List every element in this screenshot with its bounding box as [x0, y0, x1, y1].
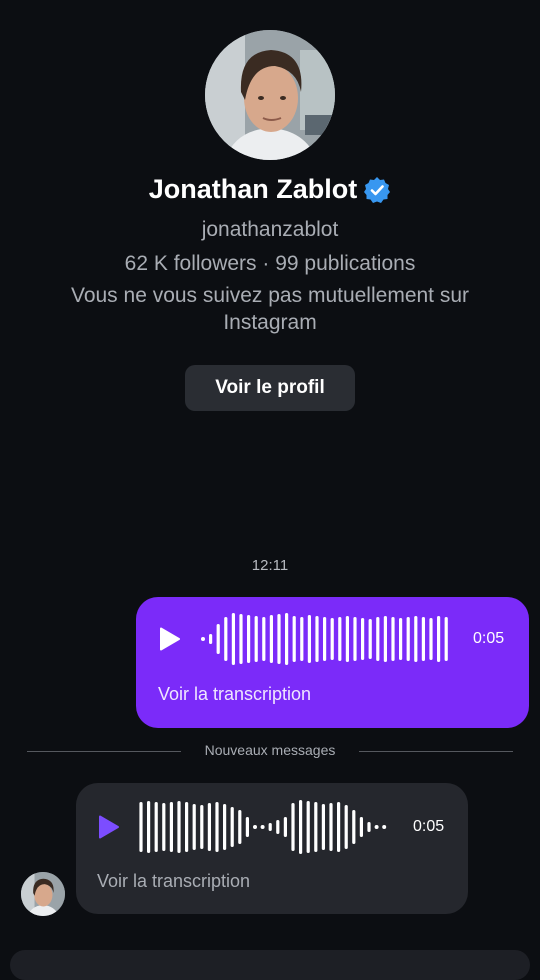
waveform-bar	[421, 617, 425, 661]
waveform-icon[interactable]	[138, 797, 398, 857]
waveform-bar	[345, 616, 349, 662]
waveform-bar	[330, 618, 334, 660]
waveform-bar	[399, 618, 403, 660]
new-messages-divider: Nouveaux messages	[27, 742, 513, 762]
waveform-bar	[292, 616, 296, 662]
waveform-dot	[374, 825, 379, 829]
waveform-bar	[299, 800, 303, 854]
mutual-follow-line-1: Vous ne vous suivez pas mutuellement sur	[70, 284, 470, 307]
waveform-bar	[329, 803, 333, 851]
waveform-bar	[344, 805, 348, 849]
profile-avatar-image	[205, 30, 335, 160]
waveform-bar	[315, 616, 319, 662]
waveform-bar	[337, 802, 341, 852]
sender-avatar[interactable]	[21, 872, 65, 916]
voice-duration: 0:05	[413, 818, 445, 835]
waveform-bar	[169, 802, 173, 852]
waveform-bar	[223, 804, 227, 850]
waveform-bar	[283, 817, 287, 837]
new-messages-label: Nouveaux messages	[204, 742, 336, 758]
waveform-dot	[201, 637, 205, 641]
voice-duration: 0:05	[473, 630, 505, 647]
waveform-bar	[353, 617, 357, 661]
waveform-bar	[147, 801, 151, 853]
waveform-bar	[139, 802, 143, 852]
waveform-bar	[323, 617, 327, 661]
waveform-bar	[177, 801, 181, 853]
waveform-bar	[231, 613, 235, 665]
waveform-dot	[260, 825, 265, 829]
waveform-bar	[215, 802, 219, 852]
waveform-bar	[269, 615, 273, 663]
mutual-follow-line-2: Instagram	[223, 311, 317, 334]
profile-stats: 62 K followers · 99 publications	[124, 252, 416, 275]
waveform-bar	[444, 617, 448, 661]
waveform-bar	[359, 817, 363, 837]
view-profile-button[interactable]: Voir le profil	[185, 365, 355, 411]
waveform-bar	[437, 616, 441, 662]
waveform-icon[interactable]	[200, 609, 460, 669]
view-transcription-link[interactable]: Voir la transcription	[158, 684, 311, 705]
waveform-bar	[307, 615, 311, 663]
waveform-bar	[254, 616, 258, 662]
profile-name: Jonathan Zablot	[148, 174, 358, 204]
waveform-bar	[352, 810, 356, 844]
profile-name-row: Jonathan Zablot	[0, 174, 540, 205]
waveform-bar	[291, 803, 295, 851]
waveform-bar	[185, 802, 189, 852]
outgoing-voice-message[interactable]: 0:05 Voir la transcription	[136, 597, 529, 728]
waveform-bar	[406, 617, 410, 661]
waveform-bar	[245, 817, 249, 837]
waveform-bar	[207, 803, 211, 851]
waveform-bar	[224, 617, 228, 661]
waveform-bar	[216, 624, 220, 654]
message-composer[interactable]	[10, 950, 530, 980]
waveform-bar	[414, 616, 418, 662]
message-timestamp: 12:11	[251, 557, 289, 574]
waveform-bar	[314, 802, 318, 852]
waveform-bar	[200, 805, 204, 849]
incoming-voice-message[interactable]: 0:05 Voir la transcription	[76, 783, 468, 914]
waveform-dot	[382, 825, 387, 829]
waveform-bar	[391, 617, 395, 661]
play-icon[interactable]	[98, 815, 120, 839]
waveform-bar	[154, 802, 158, 852]
waveform-bar	[276, 820, 280, 834]
sender-avatar-image	[21, 872, 65, 916]
waveform-bar	[383, 616, 387, 662]
view-transcription-link[interactable]: Voir la transcription	[97, 871, 250, 892]
waveform-bar	[247, 615, 251, 663]
waveform-bar	[368, 619, 372, 659]
waveform-bar	[306, 801, 310, 853]
waveform-dot	[253, 825, 257, 829]
waveform-bar	[239, 614, 243, 664]
waveform-bar	[209, 634, 213, 644]
waveform-bar	[321, 804, 325, 850]
waveform-bar	[367, 822, 371, 832]
waveform-bar	[376, 617, 380, 661]
waveform-bar	[262, 617, 266, 661]
waveform-bar	[361, 618, 365, 660]
verified-badge-icon	[364, 176, 391, 203]
waveform-bar	[285, 613, 289, 665]
waveform-bar	[429, 618, 433, 660]
waveform-bar	[268, 823, 272, 831]
waveform-bar	[277, 614, 281, 664]
waveform-bar	[162, 803, 166, 851]
profile-username: jonathanzablot	[201, 218, 339, 241]
profile-avatar[interactable]	[205, 30, 335, 160]
waveform-bar	[192, 804, 196, 850]
waveform-bar	[238, 810, 242, 844]
waveform-bar	[230, 807, 234, 847]
waveform-bar	[338, 617, 342, 661]
waveform-bar	[300, 617, 304, 661]
play-icon[interactable]	[159, 627, 181, 651]
